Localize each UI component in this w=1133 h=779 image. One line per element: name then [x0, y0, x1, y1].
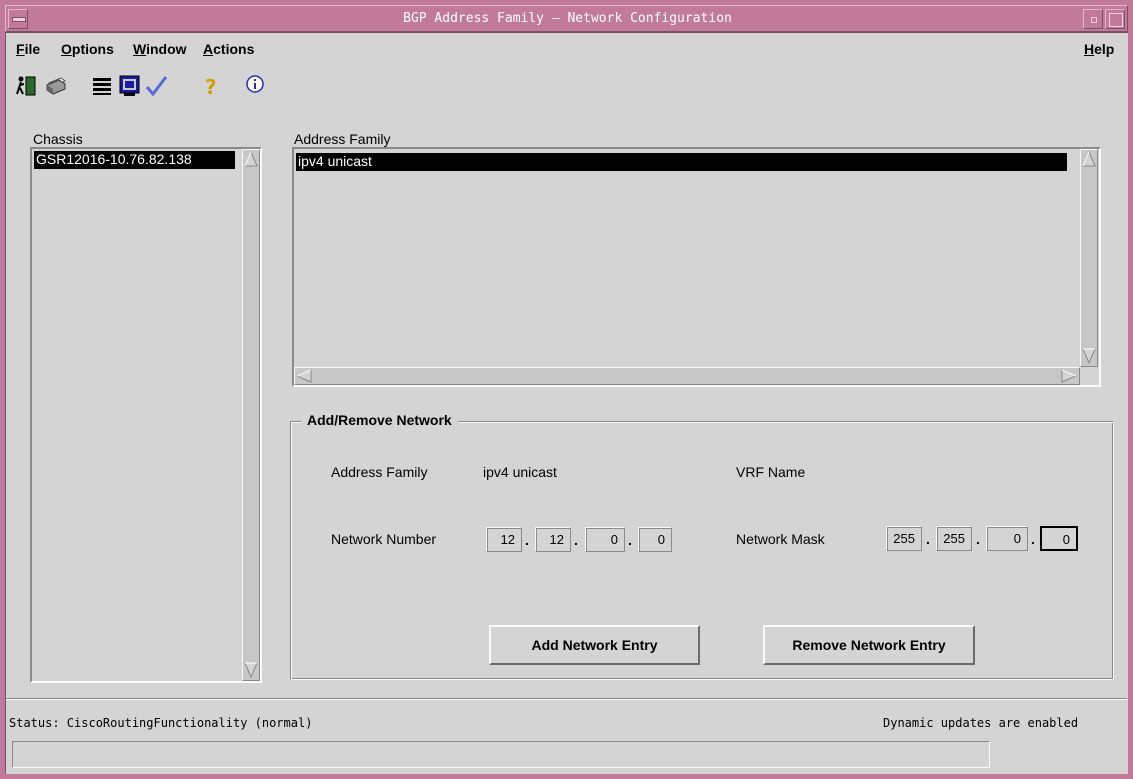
window-title: BGP Address Family — Network Configurati…: [403, 11, 732, 26]
maximize-button[interactable]: [1105, 9, 1125, 29]
network-mask-octet-2[interactable]: 255: [936, 526, 972, 551]
chassis-vertical-scrollbar[interactable]: [242, 149, 260, 681]
network-number-octet-3[interactable]: 0: [585, 527, 625, 552]
address-family-list-label: Address Family: [294, 131, 391, 147]
menu-options-rest: ptions: [71, 41, 114, 57]
menu-window-rest: indow: [146, 41, 187, 57]
scroll-down-arrow-icon[interactable]: [244, 662, 258, 678]
remove-network-entry-button[interactable]: Remove Network Entry: [763, 625, 975, 665]
address-family-field-value: ipv4 unicast: [483, 464, 557, 480]
menu-options[interactable]: Options: [61, 41, 114, 57]
menu-file[interactable]: File: [16, 41, 40, 57]
minimize-button[interactable]: [1083, 9, 1103, 29]
menu-help-mnemonic: H: [1084, 41, 1095, 57]
status-message-field: [12, 741, 990, 768]
checkmark-icon[interactable]: [144, 74, 168, 98]
list-icon[interactable]: [90, 74, 114, 98]
menu-actions-mnemonic: A: [203, 41, 214, 57]
network-mask-octet-4[interactable]: 0: [1040, 526, 1078, 551]
vrf-name-label: VRF Name: [736, 464, 806, 480]
menu-actions-rest: ctions: [213, 41, 255, 57]
chassis-label: Chassis: [33, 131, 83, 147]
network-number-octet-4[interactable]: 0: [638, 527, 672, 552]
scroll-up-arrow-icon[interactable]: [244, 151, 258, 167]
add-network-entry-button[interactable]: Add Network Entry: [489, 625, 700, 665]
scroll-down-arrow-icon[interactable]: [1082, 348, 1096, 364]
network-mask-octet-1[interactable]: 255: [886, 526, 922, 551]
title-bar[interactable]: BGP Address Family — Network Configurati…: [5, 5, 1128, 32]
add-remove-network-title: Add/Remove Network: [301, 412, 458, 428]
octet-separator: .: [926, 531, 930, 547]
scroll-up-arrow-icon[interactable]: [1082, 151, 1096, 167]
menu-window-mnemonic: W: [133, 41, 147, 57]
status-text: Status: CiscoRoutingFunctionality (norma…: [9, 716, 313, 730]
menu-bar: File Options Window Actions Help: [6, 33, 1127, 63]
address-family-vertical-scrollbar[interactable]: [1080, 149, 1098, 367]
scroll-left-arrow-icon[interactable]: [296, 369, 312, 383]
menu-window[interactable]: Window: [133, 41, 187, 57]
octet-separator: .: [976, 531, 980, 547]
address-family-field-label: Address Family: [331, 464, 428, 480]
chassis-list-item-selected[interactable]: GSR12016-10.76.82.138: [34, 151, 235, 169]
menu-actions[interactable]: Actions: [203, 41, 254, 57]
address-family-list[interactable]: ipv4 unicast: [292, 147, 1101, 387]
octet-separator: .: [628, 532, 632, 548]
address-family-list-item-selected[interactable]: ipv4 unicast: [296, 153, 1067, 171]
dynamic-updates-text: Dynamic updates are enabled: [883, 716, 1079, 730]
octet-separator: .: [1031, 531, 1035, 547]
address-family-horizontal-scrollbar[interactable]: [294, 367, 1080, 385]
octet-separator: .: [574, 532, 578, 548]
menu-options-mnemonic: O: [61, 41, 72, 57]
chassis-list[interactable]: GSR12016-10.76.82.138: [30, 147, 262, 683]
network-number-octet-2[interactable]: 12: [535, 527, 571, 552]
status-separator-highlight: [6, 699, 1127, 700]
network-number-octet-1[interactable]: 12: [486, 527, 522, 552]
menu-help-rest: elp: [1094, 41, 1115, 57]
svg-text:?: ?: [205, 75, 217, 98]
scroll-right-arrow-icon[interactable]: [1061, 369, 1077, 383]
help-question-icon[interactable]: ?: [199, 74, 223, 99]
network-number-label: Network Number: [331, 531, 437, 547]
menu-file-mnemonic: F: [16, 41, 25, 57]
menu-file-rest: ile: [24, 41, 41, 57]
network-mask-label: Network Mask: [736, 531, 825, 547]
monitor-icon[interactable]: [118, 74, 142, 98]
menu-help[interactable]: Help: [1084, 41, 1114, 57]
network-mask-octet-3[interactable]: 0: [986, 526, 1028, 551]
exit-icon[interactable]: [14, 74, 38, 98]
print-icon[interactable]: [44, 74, 68, 98]
info-icon[interactable]: [243, 74, 267, 98]
octet-separator: .: [525, 532, 529, 548]
